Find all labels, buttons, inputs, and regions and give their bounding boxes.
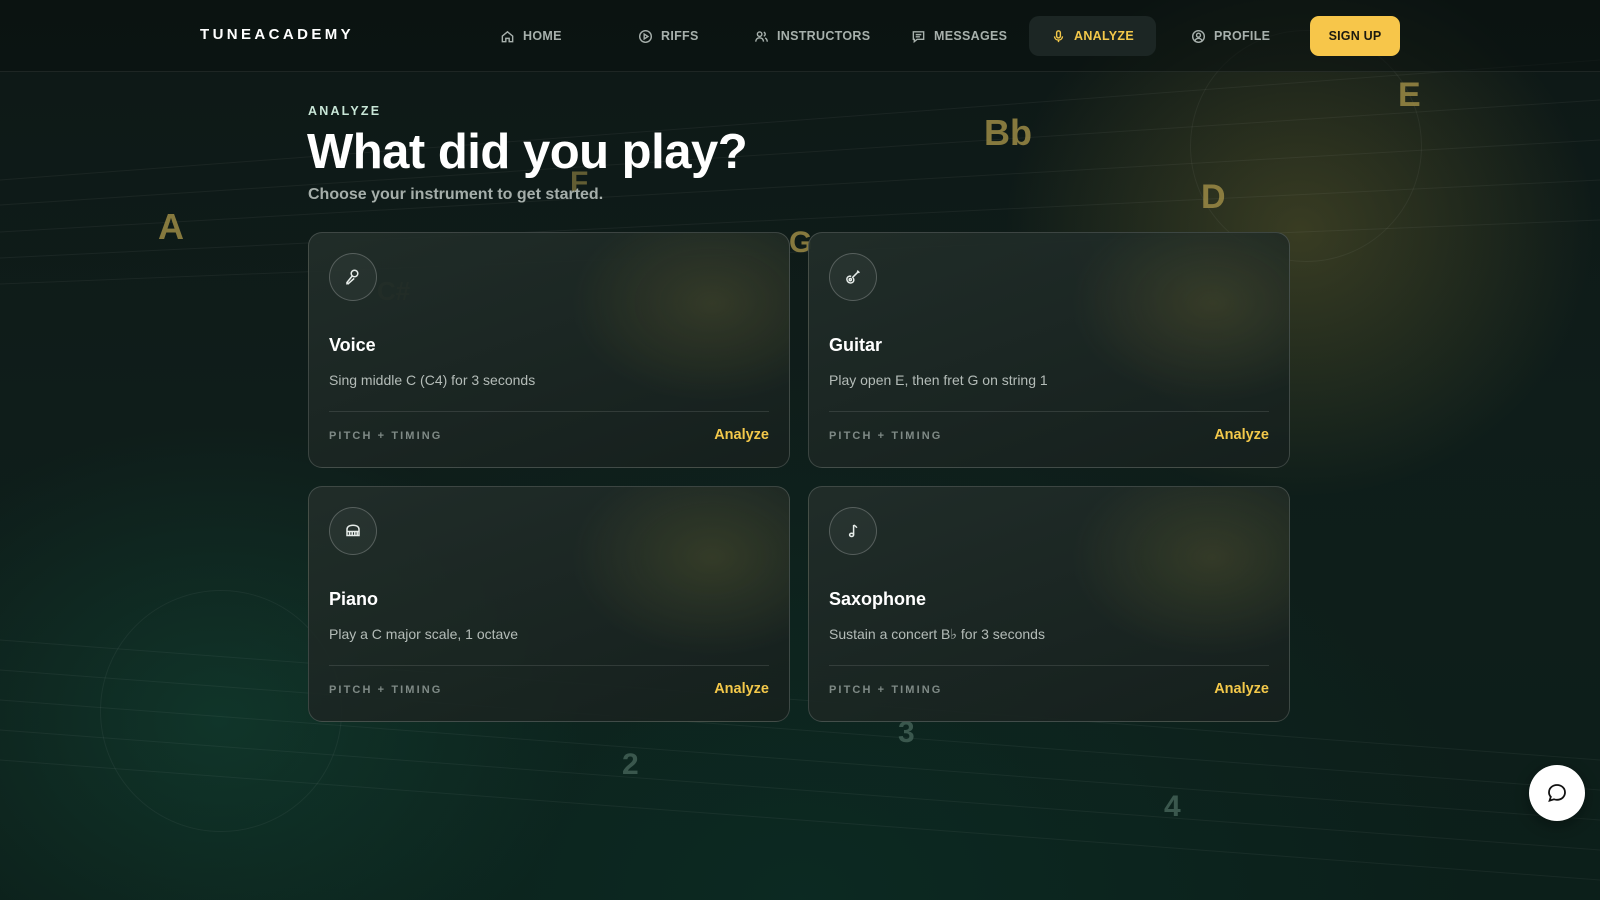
nav-item-messages[interactable]: MESSAGES	[911, 16, 1007, 56]
instrument-card-saxophone[interactable]: Saxophone Sustain a concert B♭ for 3 sec…	[808, 486, 1290, 722]
microphone-icon	[1053, 29, 1064, 42]
music-note-icon	[848, 524, 858, 538]
instrument-icon-badge	[329, 253, 377, 301]
instrument-card-voice[interactable]: Voice Sing middle C (C4) for 3 seconds P…	[308, 232, 790, 468]
card-tag: PITCH + TIMING	[329, 684, 443, 696]
background-note: D	[1201, 178, 1226, 216]
home-icon	[501, 30, 514, 42]
page-subtitle: Choose your instrument to get started.	[308, 186, 604, 203]
background-note: Bb	[984, 112, 1032, 153]
users-icon	[754, 30, 769, 42]
analyze-link[interactable]: Analyze	[1214, 427, 1269, 443]
card-title: Guitar	[829, 335, 883, 355]
card-tag: PITCH + TIMING	[329, 430, 443, 442]
card-divider	[329, 665, 769, 666]
nav-label: PROFILE	[1214, 29, 1271, 43]
user-circle-icon	[1191, 29, 1206, 43]
nav-label: MESSAGES	[934, 29, 1008, 43]
card-tag: PITCH + TIMING	[829, 430, 943, 442]
background-note: A	[158, 206, 184, 247]
brand-logo[interactable]: TUNEACADEMY	[200, 26, 354, 43]
nav-item-analyze[interactable]: ANALYZE	[1029, 16, 1156, 56]
nav-item-instructors[interactable]: INSTRUCTORS	[754, 16, 870, 56]
background-note: 2	[622, 748, 639, 781]
sign-up-button[interactable]: SIGN UP	[1310, 16, 1400, 56]
top-navigation-bar: TUNEACADEMY HOME RIFFS INSTRUCTORS MESSA…	[0, 0, 1600, 72]
nav-item-profile[interactable]: PROFILE	[1191, 16, 1270, 56]
message-icon	[912, 30, 925, 43]
card-divider	[829, 665, 1269, 666]
nav-item-home[interactable]: HOME	[500, 16, 562, 56]
card-title: Voice	[329, 335, 376, 355]
card-divider	[329, 411, 769, 412]
page-title: What did you play?	[307, 125, 748, 179]
analyze-link[interactable]: Analyze	[714, 427, 769, 443]
instrument-card-piano[interactable]: Piano Play a C major scale, 1 octave PIT…	[308, 486, 790, 722]
play-circle-icon	[638, 29, 653, 43]
nav-label: ANALYZE	[1074, 29, 1134, 43]
nav-label: INSTRUCTORS	[777, 29, 871, 43]
chat-bubble-icon	[1548, 784, 1566, 802]
guitar-icon	[846, 270, 860, 284]
microphone-icon	[345, 269, 359, 285]
analyze-link[interactable]: Analyze	[714, 681, 769, 697]
card-description: Sustain a concert B♭ for 3 seconds	[829, 626, 1045, 642]
nav-item-riffs[interactable]: RIFFS	[638, 16, 699, 56]
chat-button[interactable]	[1529, 765, 1585, 821]
nav-label: RIFFS	[661, 29, 699, 43]
section-eyebrow: ANALYZE	[308, 104, 382, 118]
decorative-ring	[100, 590, 342, 832]
piano-icon	[346, 524, 360, 537]
nav-label: HOME	[523, 29, 562, 43]
instrument-card-guitar[interactable]: Guitar Play open E, then fret G on strin…	[808, 232, 1290, 468]
card-title: Saxophone	[829, 589, 927, 609]
card-tag: PITCH + TIMING	[829, 684, 943, 696]
card-description: Sing middle C (C4) for 3 seconds	[329, 372, 536, 388]
card-description: Play a C major scale, 1 octave	[329, 626, 519, 642]
background-note: E	[1398, 76, 1421, 114]
background-note: 4	[1164, 790, 1181, 823]
instrument-icon-badge	[829, 507, 877, 555]
card-description: Play open E, then fret G on string 1	[829, 372, 1048, 388]
card-title: Piano	[329, 589, 379, 609]
analyze-link[interactable]: Analyze	[1214, 681, 1269, 697]
card-divider	[829, 411, 1269, 412]
instrument-icon-badge	[829, 253, 877, 301]
instrument-icon-badge	[329, 507, 377, 555]
staff-lines-background	[0, 59, 1600, 881]
